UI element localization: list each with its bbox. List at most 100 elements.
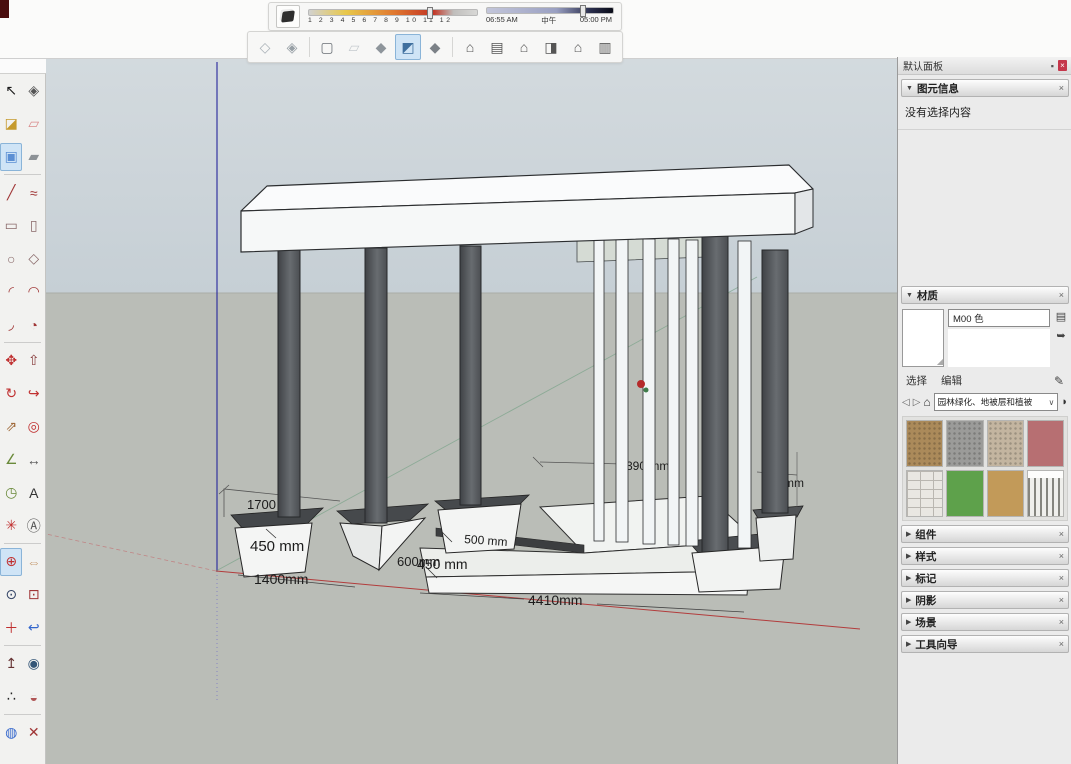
swatch-stone-pavers[interactable]: [906, 470, 943, 517]
swatch-gravel-gray[interactable]: [946, 420, 983, 467]
sample-paint-icon[interactable]: ✎: [1054, 374, 1064, 388]
extra-tool-2[interactable]: ✕: [23, 719, 45, 747]
paint-bucket-tool[interactable]: ◪: [0, 110, 22, 138]
follow-me-tool[interactable]: ↪: [23, 380, 45, 408]
shadow-date-slider[interactable]: 1 2 3 4 5 6 7 8 9 10 11 12: [308, 9, 478, 24]
back-arrow-icon[interactable]: ◁: [902, 397, 910, 408]
freehand-tool[interactable]: ≈: [23, 179, 45, 207]
zoom-window-tool[interactable]: ⊡: [23, 581, 45, 609]
section-close-icon[interactable]: ×: [1059, 639, 1064, 649]
walk-tool[interactable]: ∴: [0, 683, 22, 711]
three-point-arc-tool[interactable]: ◞: [0, 311, 22, 339]
tape-measure-tool[interactable]: ∠: [0, 446, 22, 474]
column-4[interactable]: [702, 236, 728, 557]
swatch-river-rock[interactable]: [987, 420, 1024, 467]
section-components[interactable]: ▶ 组件 ×: [901, 525, 1069, 543]
materials-header[interactable]: ▼ 材质 ×: [901, 286, 1069, 304]
hidden-line-button[interactable]: ▱: [341, 34, 367, 60]
zoom-extents-tool[interactable]: ＋: [0, 614, 22, 642]
back-view-button[interactable]: ⌂: [565, 34, 591, 60]
swatch-white-fence[interactable]: [1027, 470, 1064, 517]
material-category-dropdown[interactable]: 园林绿化、地被层和植被 ∨: [934, 393, 1059, 411]
swatch-sand-tan[interactable]: [987, 470, 1024, 517]
slat-1[interactable]: [594, 238, 604, 541]
front-view-button[interactable]: ⌂: [511, 34, 537, 60]
look-around-tool[interactable]: ◉: [23, 650, 45, 678]
extra-tool-1[interactable]: ◍: [0, 719, 22, 747]
create-material-icon[interactable]: ▤: [1056, 310, 1066, 323]
make-component-tool[interactable]: ◈: [23, 77, 45, 105]
x-ray-mode-button[interactable]: ◇: [252, 34, 278, 60]
shaded-with-textures-button[interactable]: ◩: [395, 34, 421, 60]
materials-close-icon[interactable]: ×: [1059, 290, 1064, 300]
swatch-gravel-brown[interactable]: [906, 420, 943, 467]
rotate-tool[interactable]: ↻: [0, 380, 22, 408]
zoom-tool[interactable]: ⊙: [0, 581, 22, 609]
move-tool[interactable]: ✥: [0, 347, 22, 375]
polygon-tool[interactable]: ◇: [23, 245, 45, 273]
panel-close-button[interactable]: ×: [1058, 60, 1067, 71]
pie-tool[interactable]: ◔: [23, 311, 45, 339]
top-view-button[interactable]: ▤: [484, 34, 510, 60]
details-arrow-icon[interactable]: ◗: [1061, 396, 1068, 408]
pan-tool[interactable]: ⇔: [23, 548, 45, 576]
beam-right[interactable]: [795, 189, 813, 234]
section-shadows[interactable]: ▶ 阴影 ×: [901, 591, 1069, 609]
line-tool[interactable]: ╱: [0, 179, 22, 207]
panel-title-bar[interactable]: 默认面板 ▪ ×: [898, 57, 1071, 75]
shadow-toggle-button[interactable]: [276, 5, 300, 28]
section-tags[interactable]: ▶ 标记 ×: [901, 569, 1069, 587]
select-tool[interactable]: ↖: [0, 77, 22, 105]
section-instructor[interactable]: ▶ 工具向导 ×: [901, 635, 1069, 653]
section-close-icon[interactable]: ×: [1059, 595, 1064, 605]
section-scenes[interactable]: ▶ 场景 ×: [901, 613, 1069, 631]
column-5[interactable]: [762, 250, 788, 513]
monochrome-button[interactable]: ◆: [422, 34, 448, 60]
iso-view-button[interactable]: ⌂: [457, 34, 483, 60]
home-icon[interactable]: ⌂: [923, 395, 930, 409]
previous-view-tool[interactable]: ↩: [23, 614, 45, 642]
back-edges-button[interactable]: ◈: [279, 34, 305, 60]
face-style-tool[interactable]: ▰: [23, 143, 45, 171]
slat-6[interactable]: [738, 241, 751, 548]
dimension-tool[interactable]: ↔: [23, 446, 45, 474]
footing5-front[interactable]: [756, 515, 796, 561]
section-close-icon[interactable]: ×: [1059, 551, 1064, 561]
protractor-tool[interactable]: ◷: [0, 479, 22, 507]
orbit-tool[interactable]: ⊕: [0, 548, 22, 576]
rectangle-tool[interactable]: ▭: [0, 212, 22, 240]
arc-tool[interactable]: ◜: [0, 278, 22, 306]
rotated-rectangle-tool[interactable]: ▯: [23, 212, 45, 240]
tab-select[interactable]: 选择: [906, 373, 927, 388]
offset-tool[interactable]: ◎: [23, 413, 45, 441]
column-1[interactable]: [278, 248, 300, 517]
section-close-icon[interactable]: ×: [1059, 617, 1064, 627]
column-3[interactable]: [460, 246, 481, 505]
section-plane-tool[interactable]: ◒: [23, 683, 45, 711]
left-view-button[interactable]: ▥: [592, 34, 618, 60]
entity-info-close-icon[interactable]: ×: [1059, 83, 1064, 93]
swatch-rose[interactable]: [1027, 420, 1064, 467]
shadow-time-slider[interactable]: 06:55 AM 中午 05:00 PM: [486, 7, 614, 26]
tab-edit[interactable]: 编辑: [941, 373, 962, 388]
material-name-field[interactable]: M00 色: [948, 309, 1050, 327]
section-close-icon[interactable]: ×: [1059, 529, 1064, 539]
date-slider-handle[interactable]: [427, 7, 433, 19]
shaded-button[interactable]: ◆: [368, 34, 394, 60]
display-pane-icon[interactable]: ➥: [1056, 329, 1065, 342]
slat-4[interactable]: [668, 239, 679, 545]
axes-tool[interactable]: ✳: [0, 512, 22, 540]
forward-arrow-icon[interactable]: ▷: [913, 397, 921, 408]
right-view-button[interactable]: ◨: [538, 34, 564, 60]
two-point-arc-tool[interactable]: ◠: [23, 278, 45, 306]
column-2[interactable]: [365, 248, 387, 523]
time-slider-handle[interactable]: [580, 5, 586, 17]
section-styles[interactable]: ▶ 样式 ×: [901, 547, 1069, 565]
pin-icon[interactable]: ▪: [1051, 61, 1054, 71]
text-tool[interactable]: A: [23, 479, 45, 507]
slat-5[interactable]: [686, 240, 698, 546]
3d-text-tool[interactable]: Ⓐ: [23, 512, 45, 540]
position-camera-tool[interactable]: ↥: [0, 650, 22, 678]
entity-info-header[interactable]: ▼ 图元信息 ×: [901, 79, 1069, 97]
wireframe-button[interactable]: ▢: [314, 34, 340, 60]
